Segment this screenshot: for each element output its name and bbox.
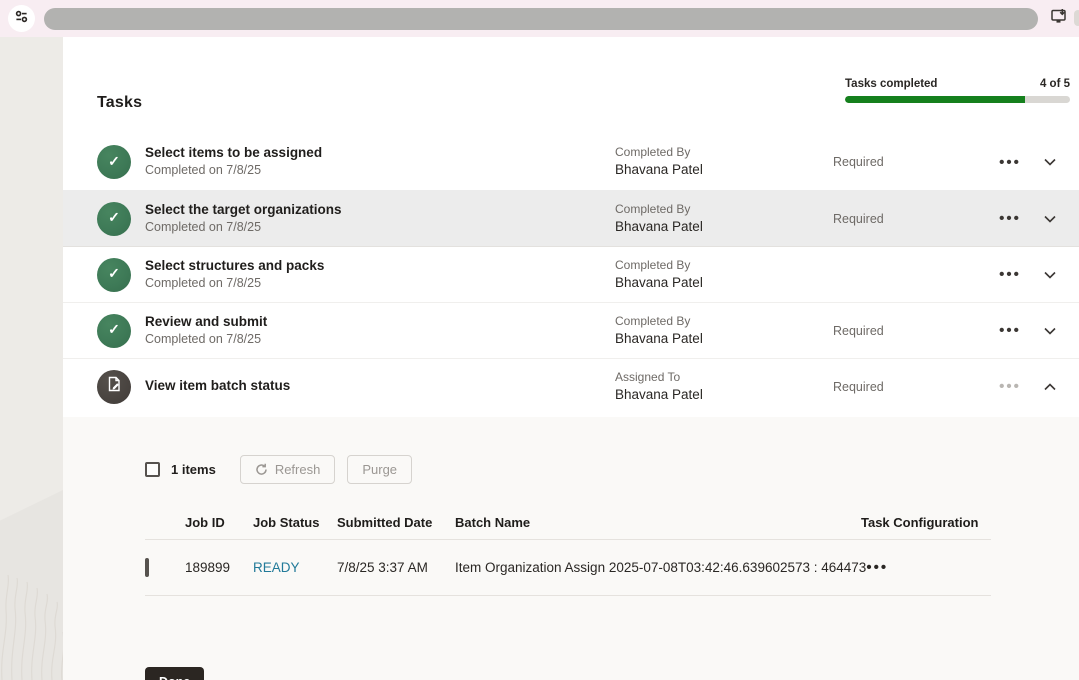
main-area: Tasks Tasks completed 4 of 5 ✓ Select it…	[0, 37, 1079, 680]
row-overflow-menu-icon[interactable]: •••	[866, 559, 996, 576]
select-all-checkbox[interactable]	[145, 462, 160, 477]
overflow-menu-icon[interactable]: •••	[985, 266, 1035, 283]
task-title: Select the target organizations	[145, 202, 615, 219]
col-batch-name: Batch Name	[455, 515, 861, 530]
chevron-down-icon[interactable]	[1035, 271, 1065, 279]
task-by-value: Bhavana Patel	[615, 274, 833, 292]
background-swirl-decoration	[0, 380, 63, 680]
progress-label: Tasks completed	[845, 78, 937, 90]
task-required-label: Required	[833, 212, 985, 226]
task-required-label: Required	[833, 324, 985, 338]
task-subtitle: Completed on 7/8/25	[145, 162, 615, 178]
purge-label: Purge	[362, 462, 397, 477]
task-status-icon: ✓	[97, 145, 131, 179]
overflow-menu-icon[interactable]: •••	[985, 154, 1035, 171]
tasks-header: Tasks Tasks completed 4 of 5	[63, 37, 1079, 134]
browser-settings-button[interactable]	[8, 5, 35, 32]
task-subtitle: Completed on 7/8/25	[145, 275, 615, 291]
task-by-label: Completed By	[615, 258, 833, 274]
task-subtitle: Completed on 7/8/25	[145, 331, 615, 347]
task-title: Review and submit	[145, 314, 615, 331]
task-status-icon: ✓	[97, 314, 131, 348]
task-required-label: Required	[833, 155, 985, 169]
task-title: Select items to be assigned	[145, 145, 615, 162]
browser-chrome-bar	[0, 0, 1079, 37]
batch-name-value: Item Organization Assign 2025-07-08T03:4…	[455, 560, 866, 575]
batch-status-panel: 1 items Refresh Purge	[63, 417, 1079, 680]
sliders-icon	[14, 9, 29, 29]
job-id-value: 189899	[185, 560, 253, 575]
overflow-menu-icon[interactable]: •••	[985, 210, 1035, 227]
col-job-id: Job ID	[185, 515, 253, 530]
task-row-select-items[interactable]: ✓ Select items to be assigned Completed …	[63, 134, 1079, 190]
check-icon: ✓	[108, 321, 120, 338]
tasks-card: Tasks Tasks completed 4 of 5 ✓ Select it…	[63, 37, 1079, 680]
task-list: ✓ Select items to be assigned Completed …	[63, 134, 1079, 414]
task-by-label: Completed By	[615, 145, 833, 161]
progress-count: 4 of 5	[1040, 78, 1070, 90]
job-status-link[interactable]: READY	[253, 560, 337, 575]
task-by-label: Completed By	[615, 314, 833, 330]
chevron-down-icon[interactable]	[1035, 327, 1065, 335]
purge-button[interactable]: Purge	[347, 455, 412, 484]
task-title: Select structures and packs	[145, 258, 615, 275]
chevron-down-icon[interactable]	[1035, 158, 1065, 166]
progress-track	[845, 96, 1070, 103]
task-row-review-submit[interactable]: ✓ Review and submit Completed on 7/8/25 …	[63, 302, 1079, 358]
job-row[interactable]: 189899 READY 7/8/25 3:37 AM Item Organiz…	[145, 540, 991, 596]
task-subtitle: Completed on 7/8/25	[145, 219, 615, 235]
task-by-label: Assigned To	[615, 370, 833, 386]
address-bar[interactable]	[44, 8, 1038, 30]
overflow-menu-icon[interactable]: •••	[985, 322, 1035, 339]
batch-toolbar: 1 items Refresh Purge	[145, 455, 1079, 484]
task-row-select-target-orgs[interactable]: ✓ Select the target organizations Comple…	[63, 190, 1079, 246]
col-task-configuration: Task Configuration	[861, 515, 991, 530]
check-icon: ✓	[108, 209, 120, 226]
refresh-icon	[255, 463, 268, 476]
done-button[interactable]: Done	[145, 667, 204, 680]
task-required-label: Required	[833, 380, 985, 394]
task-status-icon	[97, 370, 131, 404]
col-job-status: Job Status	[253, 515, 337, 530]
task-by-value: Bhavana Patel	[615, 330, 833, 348]
check-icon: ✓	[108, 265, 120, 282]
chevron-down-icon[interactable]	[1035, 215, 1065, 223]
task-status-icon: ✓	[97, 258, 131, 292]
progress-fill	[845, 96, 1025, 103]
monitor-download-icon	[1050, 7, 1069, 31]
task-row-view-batch-status[interactable]: View item batch status Assigned To Bhava…	[63, 358, 1079, 414]
task-by-value: Bhavana Patel	[615, 161, 833, 179]
refresh-button[interactable]: Refresh	[240, 455, 336, 484]
done-label: Done	[159, 675, 190, 680]
task-title: View item batch status	[145, 378, 615, 395]
task-by-value: Bhavana Patel	[615, 218, 833, 236]
document-edit-icon	[107, 376, 122, 397]
refresh-label: Refresh	[275, 462, 321, 477]
jobs-table-header: Job ID Job Status Submitted Date Batch N…	[145, 506, 991, 540]
row-checkbox[interactable]	[145, 558, 149, 577]
task-by-label: Completed By	[615, 202, 833, 218]
page-title: Tasks	[97, 94, 142, 112]
task-status-icon: ✓	[97, 202, 131, 236]
task-row-select-structures[interactable]: ✓ Select structures and packs Completed …	[63, 246, 1079, 302]
clipped-toolbar-item	[1074, 10, 1079, 26]
items-count-label: 1 items	[171, 462, 216, 477]
check-icon: ✓	[108, 153, 120, 170]
tasks-progress: Tasks completed 4 of 5	[845, 78, 1070, 103]
col-submitted-date: Submitted Date	[337, 515, 455, 530]
jobs-table: Job ID Job Status Submitted Date Batch N…	[145, 506, 991, 596]
task-by-value: Bhavana Patel	[615, 386, 833, 404]
install-app-button[interactable]	[1047, 7, 1071, 31]
submitted-date-value: 7/8/25 3:37 AM	[337, 560, 455, 575]
overflow-menu-icon[interactable]: •••	[985, 378, 1035, 395]
chevron-up-icon[interactable]	[1035, 383, 1065, 391]
